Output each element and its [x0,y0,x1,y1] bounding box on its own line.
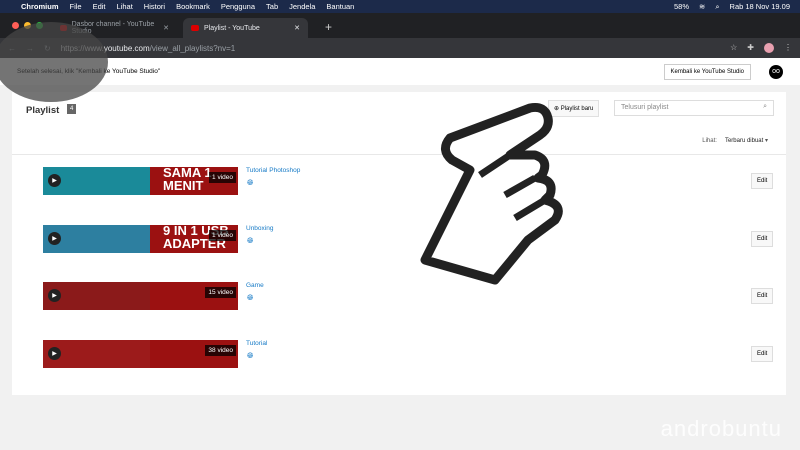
menu-tab[interactable]: Tab [266,2,278,11]
menu-jendela[interactable]: Jendela [289,2,315,11]
edit-button[interactable]: Edit [751,173,774,189]
pointing-hand-icon [420,103,563,285]
edit-button[interactable]: Edit [751,230,774,247]
star-icon[interactable]: ☆ [730,43,737,53]
playlist-title-link[interactable]: Tutorial [246,340,267,347]
youtube-icon [191,25,199,31]
playlist-title-link[interactable]: Tutorial Photoshop [246,167,300,174]
divider [12,154,786,155]
video-count: 1 video [209,172,236,183]
search-icon[interactable]: ⌕ [715,2,719,12]
info-bar: Setelah selesai, klik "Kembali ke YouTub… [0,58,800,85]
menu-lihat[interactable]: Lihat [117,2,133,11]
globe-icon: 🌐︎ [247,293,254,302]
globe-icon: 🌐︎ [247,235,254,245]
playlist-row: ▶ 38 video Tutorial 🌐︎ Edit [12,339,786,370]
new-tab-button[interactable]: + [325,20,332,34]
playlist-thumbnail[interactable]: ▶ 15 video [43,282,238,310]
globe-icon: 🌐︎ [247,178,254,187]
menu-app[interactable]: Chromium [21,2,59,11]
playlist-row: ▶ 15 video Game 🌐︎ Edit [12,282,786,312]
video-count: 1 video [209,229,236,241]
video-count: 38 video [205,344,236,356]
playlist-count-badge: 4 [67,104,77,114]
tab-bar: Dasbor channel - YouTube Studio✕ Playlis… [0,13,800,38]
address-bar: ← → ↻ https://www.youtube.com/view_all_p… [0,38,800,58]
wifi-icon[interactable]: ≋ [699,2,705,12]
globe-icon: 🌐︎ [247,350,254,360]
extension-icon[interactable]: ✚ [747,43,754,53]
video-count: 15 video [205,287,236,298]
watermark: androbuntu [660,416,782,441]
playlist-row: SAMA 1 MENIT ▶ 1 video Tutorial Photosho… [12,167,786,197]
play-icon[interactable]: ▶ [48,289,61,302]
menu-edit[interactable]: Edit [93,2,106,11]
playlist-title-link[interactable]: Unboxing [246,225,273,232]
search-icon[interactable]: ⌕ [763,103,767,111]
close-icon[interactable]: ✕ [294,24,300,32]
back-to-studio-button[interactable]: Kembali ke YouTube Studio [663,63,751,80]
playlist-title-link[interactable]: Game [246,282,264,289]
menu-bantuan[interactable]: Bantuan [326,2,354,11]
edit-button[interactable]: Edit [751,345,774,362]
avatar[interactable] [764,43,774,53]
playlist-row: 9 IN 1 USB ADAPTER ▶ 1 video Unboxing 🌐︎… [12,224,786,255]
playlist-card: Playlist 4 ⊕ Playlist baru Telusuri play… [12,92,786,395]
tab-playlist[interactable]: Playlist - YouTube ✕ [183,18,308,38]
menu-pengguna[interactable]: Pengguna [221,2,255,11]
play-icon[interactable]: ▶ [48,346,61,360]
menu-icon[interactable]: ⋮ [784,43,792,53]
mac-menubar: Chromium File Edit Lihat Histori Bookmar… [0,0,800,13]
play-icon[interactable]: ▶ [48,231,61,245]
search-input[interactable]: Telusuri playlist ⌕ [614,100,774,116]
clock[interactable]: Rab 18 Nov 19.09 [730,2,790,12]
close-icon[interactable]: ✕ [163,24,169,32]
playlist-thumbnail[interactable]: ▶ 38 video [43,339,238,368]
playlist-thumbnail[interactable]: SAMA 1 MENIT ▶ 1 video [43,167,238,195]
playlist-thumbnail[interactable]: 9 IN 1 USB ADAPTER ▶ 1 video [43,224,238,253]
account-logo-icon[interactable]: oo [769,64,783,79]
battery-percent[interactable]: 58% [674,2,689,12]
edit-button[interactable]: Edit [751,288,774,304]
menu-bookmark[interactable]: Bookmark [176,2,210,11]
page-title: Playlist [26,105,60,116]
menu-file[interactable]: File [70,2,82,11]
logo-watermark-circle [0,22,108,102]
play-icon[interactable]: ▶ [48,174,61,187]
sort-dropdown[interactable]: Lihat: Terbaru dibuat ▾ [702,137,768,144]
menu-histori[interactable]: Histori [144,2,165,11]
